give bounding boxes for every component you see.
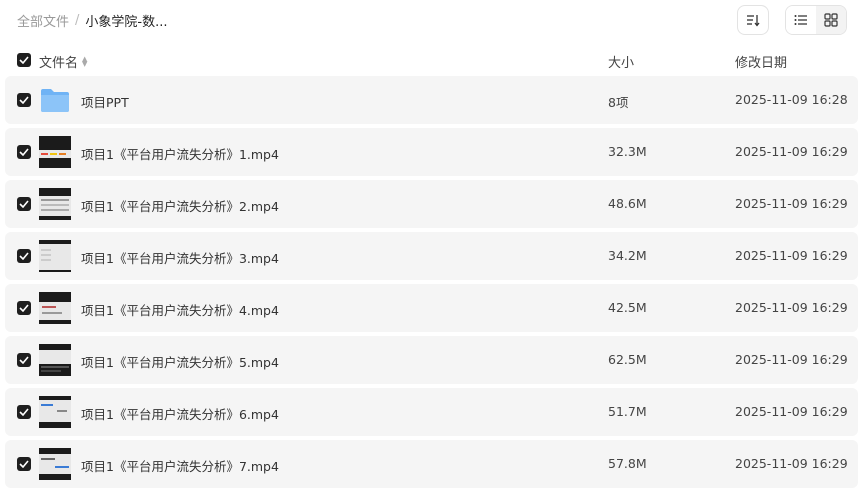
file-row[interactable]: 项目1《平台用户流失分析》2.mp4 48.6M 2025-11-09 16:29 xyxy=(5,180,858,228)
file-name[interactable]: 项目1《平台用户流失分析》3.mp4 xyxy=(81,248,279,267)
top-bar: 全部文件 / 小象学院-数... xyxy=(0,0,858,40)
file-size: 51.7M xyxy=(608,404,647,419)
file-size: 62.5M xyxy=(608,352,647,367)
breadcrumb-root-link[interactable]: 全部文件 xyxy=(17,11,69,30)
name-column-label: 文件名 xyxy=(39,56,79,71)
row-checkbox[interactable] xyxy=(17,197,31,211)
modified-date: 2025-11-09 16:29 xyxy=(735,300,848,315)
column-header-row: 文件名 ▲ ▼ 大小 修改日期 xyxy=(0,44,858,76)
grid-view-button[interactable] xyxy=(816,6,846,34)
file-size: 34.2M xyxy=(608,248,647,263)
sort-button[interactable] xyxy=(737,5,769,35)
name-column-header[interactable]: 文件名 ▲ ▼ xyxy=(39,52,87,71)
check-icon xyxy=(19,460,29,468)
modified-date: 2025-11-09 16:29 xyxy=(735,456,848,471)
file-name[interactable]: 项目1《平台用户流失分析》2.mp4 xyxy=(81,196,279,215)
video-thumbnail xyxy=(39,240,71,272)
row-checkbox[interactable] xyxy=(17,145,31,159)
video-thumbnail xyxy=(39,292,71,324)
row-checkbox[interactable] xyxy=(17,249,31,263)
breadcrumb-separator: / xyxy=(75,13,80,28)
check-icon xyxy=(19,304,29,312)
video-thumbnail xyxy=(39,344,71,376)
file-row[interactable]: 项目1《平台用户流失分析》5.mp4 62.5M 2025-11-09 16:29 xyxy=(5,336,858,384)
folder-icon xyxy=(39,84,71,116)
date-column-header[interactable]: 修改日期 xyxy=(735,52,787,71)
file-row[interactable]: 项目1《平台用户流失分析》6.mp4 51.7M 2025-11-09 16:29 xyxy=(5,388,858,436)
sort-arrows-icon: ▲ ▼ xyxy=(82,54,88,68)
size-column-header[interactable]: 大小 xyxy=(608,52,634,71)
video-thumbnail xyxy=(39,136,71,168)
select-all-checkbox[interactable] xyxy=(17,53,31,67)
list-view-icon xyxy=(794,15,807,25)
file-row[interactable]: 项目1《平台用户流失分析》4.mp4 42.5M 2025-11-09 16:29 xyxy=(5,284,858,332)
file-name[interactable]: 项目1《平台用户流失分析》7.mp4 xyxy=(81,456,279,475)
file-name[interactable]: 项目1《平台用户流失分析》1.mp4 xyxy=(81,144,279,163)
sort-icon xyxy=(747,15,760,27)
row-checkbox[interactable] xyxy=(17,301,31,315)
modified-date: 2025-11-09 16:29 xyxy=(735,248,848,263)
modified-date: 2025-11-09 16:29 xyxy=(735,196,848,211)
check-icon xyxy=(19,252,29,260)
row-checkbox[interactable] xyxy=(17,353,31,367)
check-icon xyxy=(19,408,29,416)
video-thumbnail xyxy=(39,188,71,220)
modified-date: 2025-11-09 16:28 xyxy=(735,92,848,107)
breadcrumb-current: 小象学院-数... xyxy=(85,15,168,30)
folder-row[interactable]: 项目PPT 8项 2025-11-09 16:28 xyxy=(5,76,858,124)
row-checkbox[interactable] xyxy=(17,457,31,471)
check-icon xyxy=(19,200,29,208)
file-size: 8项 xyxy=(608,95,629,110)
file-size: 32.3M xyxy=(608,144,647,159)
modified-date: 2025-11-09 16:29 xyxy=(735,404,848,419)
file-size: 48.6M xyxy=(608,196,647,211)
breadcrumb: 全部文件 / 小象学院-数... xyxy=(17,11,168,30)
file-name[interactable]: 项目1《平台用户流失分析》6.mp4 xyxy=(81,404,279,423)
file-row[interactable]: 项目1《平台用户流失分析》1.mp4 32.3M 2025-11-09 16:29 xyxy=(5,128,858,176)
check-icon xyxy=(19,96,29,104)
file-name[interactable]: 项目1《平台用户流失分析》4.mp4 xyxy=(81,300,279,319)
file-name[interactable]: 项目PPT xyxy=(81,92,129,111)
file-row[interactable]: 项目1《平台用户流失分析》7.mp4 57.8M 2025-11-09 16:29 xyxy=(5,440,858,488)
modified-date: 2025-11-09 16:29 xyxy=(735,352,848,367)
file-size: 57.8M xyxy=(608,456,647,471)
modified-date: 2025-11-09 16:29 xyxy=(735,144,848,159)
file-size: 42.5M xyxy=(608,300,647,315)
video-thumbnail xyxy=(39,448,71,480)
list-view-button[interactable] xyxy=(786,6,816,34)
row-checkbox[interactable] xyxy=(17,405,31,419)
check-icon xyxy=(19,148,29,156)
check-icon xyxy=(19,356,29,364)
view-mode-toggle xyxy=(785,5,847,35)
row-checkbox[interactable] xyxy=(17,93,31,107)
file-name[interactable]: 项目1《平台用户流失分析》5.mp4 xyxy=(81,352,279,371)
grid-view-icon xyxy=(824,13,838,27)
file-row[interactable]: 项目1《平台用户流失分析》3.mp4 34.2M 2025-11-09 16:29 xyxy=(5,232,858,280)
check-icon xyxy=(19,56,29,64)
video-thumbnail xyxy=(39,396,71,428)
